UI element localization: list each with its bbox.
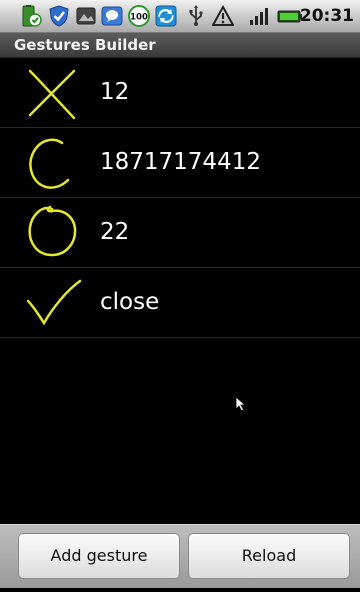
gesture-name: 18717174412 bbox=[100, 149, 261, 175]
app-title: Gestures Builder bbox=[14, 36, 156, 54]
list-item[interactable]: 22 bbox=[0, 198, 360, 268]
add-gesture-button[interactable]: Add gesture bbox=[18, 533, 180, 579]
usb-icon bbox=[189, 5, 203, 26]
list-item[interactable]: 18717174412 bbox=[0, 128, 360, 198]
list-item[interactable]: close bbox=[0, 268, 360, 338]
gesture-name: close bbox=[100, 289, 160, 315]
gesture-list: 12 18717174412 22 close bbox=[0, 58, 360, 338]
warning-icon bbox=[212, 5, 234, 26]
reload-button[interactable]: Reload bbox=[188, 533, 350, 579]
sync-icon bbox=[155, 5, 177, 27]
gesture-name: 12 bbox=[100, 79, 130, 105]
image-icon bbox=[76, 7, 96, 25]
signal-bars-icon bbox=[250, 8, 268, 25]
c-gesture-icon bbox=[29, 138, 70, 189]
o-gesture-icon bbox=[28, 205, 77, 257]
circle-100-icon: 100 bbox=[128, 5, 150, 27]
status-bar: 100 20:31 bbox=[0, 0, 360, 33]
title-bar: Gestures Builder bbox=[0, 33, 360, 58]
x-gesture-icon bbox=[28, 69, 76, 120]
check-gesture-icon bbox=[26, 279, 82, 326]
bottom-button-bar: Add gesture Reload bbox=[0, 524, 360, 588]
shield-check-icon bbox=[49, 5, 69, 27]
chat-bubble-icon bbox=[101, 6, 123, 26]
clock: 20:31 bbox=[299, 6, 354, 26]
list-item[interactable]: 12 bbox=[0, 58, 360, 128]
battery-charging-icon bbox=[22, 5, 42, 27]
mouse-cursor-icon bbox=[235, 396, 247, 412]
gesture-name: 22 bbox=[100, 219, 130, 245]
badge-text: 100 bbox=[130, 13, 148, 23]
